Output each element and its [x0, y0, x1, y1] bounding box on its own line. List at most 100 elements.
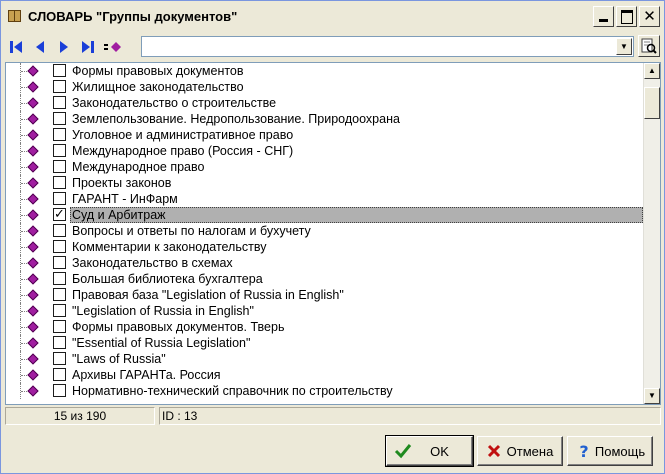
group-diamond-icon: [27, 385, 39, 397]
group-diamond-icon: [27, 353, 39, 365]
cancel-button[interactable]: Отмена: [477, 436, 563, 466]
group-diamond-icon: [27, 257, 39, 269]
scroll-down-button[interactable]: ▼: [644, 388, 660, 404]
list-item[interactable]: Жилищное законодательство: [6, 79, 643, 95]
list-item-label: Землепользование. Недропользование. Прир…: [72, 112, 400, 126]
search-combo[interactable]: ▼: [141, 36, 634, 57]
status-bar: 15 из 190 ID : 13: [5, 407, 661, 425]
list-item[interactable]: "Essential of Russia Legislation": [6, 335, 643, 351]
item-checkbox[interactable]: [53, 240, 66, 253]
item-checkbox[interactable]: [53, 272, 66, 285]
goto-marker-button[interactable]: [100, 36, 126, 58]
document-groups-list[interactable]: Формы правовых документов Жилищное законо…: [5, 62, 661, 405]
list-item[interactable]: Формы правовых документов. Тверь: [6, 319, 643, 335]
item-checkbox[interactable]: [53, 352, 66, 365]
list-item-label: Правовая база "Legislation of Russia in …: [72, 288, 344, 302]
minimize-button[interactable]: [593, 6, 614, 27]
list-item-label: Международное право: [72, 160, 205, 174]
vertical-scrollbar[interactable]: ▲ ▼: [643, 63, 660, 404]
ok-button[interactable]: OK: [385, 435, 474, 467]
item-checkbox[interactable]: [53, 288, 66, 301]
list-item-label: Архивы ГАРАНТа. Россия: [72, 368, 221, 382]
item-checkbox[interactable]: [53, 176, 66, 189]
cross-icon: [484, 441, 504, 461]
item-checkbox[interactable]: [53, 112, 66, 125]
list-item[interactable]: Вопросы и ответы по налогам и бухучету: [6, 223, 643, 239]
list-item[interactable]: "Laws of Russia": [6, 351, 643, 367]
item-checkbox[interactable]: [53, 320, 66, 333]
scroll-up-button[interactable]: ▲: [644, 63, 660, 79]
last-record-button[interactable]: [76, 36, 100, 58]
prev-icon: [36, 41, 44, 53]
dictionary-window: СЛОВАРЬ "Группы документов" ✕ ▼ Формы пр…: [0, 0, 665, 474]
item-checkbox[interactable]: ✓: [53, 208, 66, 221]
group-diamond-icon: [27, 161, 39, 173]
dialog-buttons: OK Отмена ? Помощь: [1, 428, 664, 473]
book-icon: [7, 8, 23, 24]
item-checkbox[interactable]: [53, 336, 66, 349]
next-record-button[interactable]: [52, 36, 76, 58]
question-icon: ?: [579, 441, 589, 461]
group-diamond-icon: [27, 145, 39, 157]
item-checkbox[interactable]: [53, 160, 66, 173]
item-checkbox[interactable]: [53, 224, 66, 237]
list-item[interactable]: ГАРАНТ - ИнФарм: [6, 191, 643, 207]
group-diamond-icon: [27, 97, 39, 109]
list-item[interactable]: Законодательство в схемах: [6, 255, 643, 271]
item-checkbox[interactable]: [53, 192, 66, 205]
list-item[interactable]: Землепользование. Недропользование. Прир…: [6, 111, 643, 127]
list-item-label: Жилищное законодательство: [72, 80, 244, 94]
list-item-label: Международное право (Россия - СНГ): [72, 144, 294, 158]
item-checkbox[interactable]: [53, 144, 66, 157]
group-diamond-icon: [27, 81, 39, 93]
record-id: ID : 13: [159, 407, 661, 425]
help-button[interactable]: ? Помощь: [567, 436, 653, 466]
group-diamond-icon: [27, 369, 39, 381]
list-item[interactable]: Уголовное и административное право: [6, 127, 643, 143]
list-item[interactable]: Комментарии к законодательству: [6, 239, 643, 255]
item-checkbox[interactable]: [53, 384, 66, 397]
record-count: 15 из 190: [5, 407, 155, 425]
first-icon: [10, 41, 22, 53]
prev-record-button[interactable]: [28, 36, 52, 58]
last-icon: [82, 41, 94, 53]
list-item[interactable]: Формы правовых документов: [6, 63, 643, 79]
item-checkbox[interactable]: [53, 64, 66, 77]
list-item[interactable]: Архивы ГАРАНТа. Россия: [6, 367, 643, 383]
item-checkbox[interactable]: [53, 304, 66, 317]
maximize-button[interactable]: [616, 6, 637, 27]
item-checkbox[interactable]: [53, 256, 66, 269]
list-item[interactable]: Проекты законов: [6, 175, 643, 191]
group-diamond-icon: [27, 241, 39, 253]
combo-dropdown-button[interactable]: ▼: [616, 38, 632, 55]
list-item[interactable]: Международное право (Россия - СНГ): [6, 143, 643, 159]
list-item-label: "Legislation of Russia in English": [72, 304, 254, 318]
list-item[interactable]: "Legislation of Russia in English": [6, 303, 643, 319]
title-bar: СЛОВАРЬ "Группы документов" ✕: [1, 1, 664, 31]
list-item[interactable]: ✓ Суд и Арбитраж: [6, 207, 643, 223]
list-item[interactable]: Законодательство о строительстве: [6, 95, 643, 111]
group-diamond-icon: [27, 305, 39, 317]
scroll-thumb[interactable]: [644, 87, 660, 119]
list-item-label: Законодательство в схемах: [72, 256, 233, 270]
window-title: СЛОВАРЬ "Группы документов": [28, 8, 238, 24]
close-button[interactable]: ✕: [639, 6, 660, 27]
list-item[interactable]: Международное право: [6, 159, 643, 175]
next-icon: [60, 41, 68, 53]
group-diamond-icon: [27, 337, 39, 349]
list-item-label: Формы правовых документов: [72, 64, 244, 78]
help-label: Помощь: [594, 443, 646, 459]
group-diamond-icon: [27, 289, 39, 301]
list-item-label: ГАРАНТ - ИнФарм: [72, 192, 178, 206]
item-checkbox[interactable]: [53, 96, 66, 109]
list-item[interactable]: Нормативно-технический справочник по стр…: [6, 383, 643, 399]
first-record-button[interactable]: [4, 36, 28, 58]
list-item[interactable]: Правовая база "Legislation of Russia in …: [6, 287, 643, 303]
item-checkbox[interactable]: [53, 80, 66, 93]
find-button[interactable]: [638, 35, 660, 57]
goto-marker-icon: [104, 42, 121, 52]
item-checkbox[interactable]: [53, 368, 66, 381]
list-item[interactable]: Большая библиотека бухгалтера: [6, 271, 643, 287]
cancel-label: Отмена: [506, 443, 554, 459]
item-checkbox[interactable]: [53, 128, 66, 141]
